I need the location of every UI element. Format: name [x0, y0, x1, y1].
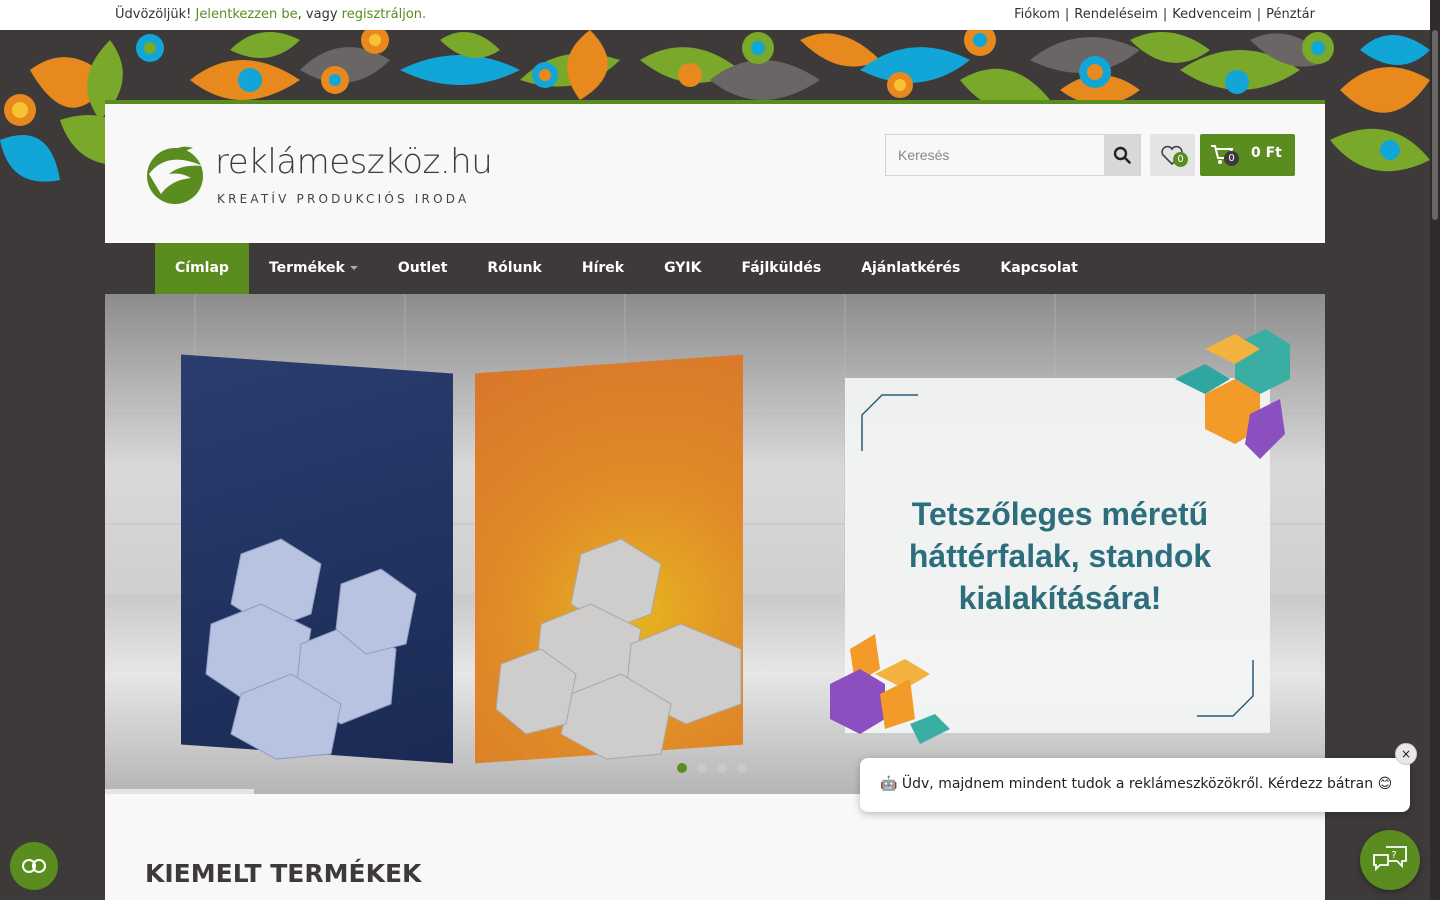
page-scrollbar[interactable] [1430, 0, 1440, 900]
chat-question-icon: ? [1373, 846, 1407, 872]
orders-link[interactable]: Rendeléseim [1074, 7, 1158, 22]
nav-label: Outlet [397, 260, 448, 276]
nav-label: Termékek [268, 260, 345, 276]
nav-item-products[interactable]: Termékek [249, 243, 378, 294]
hero-slider[interactable]: Tetszőleges méretű háttérfalak, standok … [105, 294, 1325, 794]
search-button[interactable] [1104, 135, 1140, 175]
welcome-text: Üdvözöljük! Jelentkezzen be, vagy regisz… [115, 7, 426, 22]
cart-button[interactable]: 0 0 Ft [1200, 134, 1295, 176]
logo-tagline: KREATÍV PRODUKCIÓS IRODA [217, 192, 470, 206]
logo-name: reklámeszköz.hu [215, 142, 493, 182]
site-header: reklámeszköz.hu KREATÍV PRODUKCIÓS IRODA… [105, 100, 1325, 243]
top-bar: Üdvözöljük! Jelentkezzen be, vagy regisz… [0, 0, 1430, 30]
favorites-button[interactable]: 0 [1150, 134, 1195, 176]
checkout-link[interactable]: Pénztár [1266, 7, 1315, 22]
main-nav: Címlap Termékek Outlet Rólunk Hírek GYIK… [105, 243, 1325, 294]
nav-label: GYIK [664, 260, 702, 276]
colored-cubes-decoration [830, 634, 950, 744]
nav-label: Címlap [175, 260, 229, 276]
scrollbar-thumb[interactable] [1432, 30, 1438, 220]
search-box [885, 134, 1141, 176]
nav-item-home[interactable]: Címlap [155, 243, 249, 294]
chevron-down-icon [349, 266, 358, 270]
search-icon [1113, 146, 1131, 164]
slider-dot[interactable] [717, 763, 727, 773]
nav-item-outlet[interactable]: Outlet [378, 243, 468, 294]
slider-dot[interactable] [737, 763, 747, 773]
chat-open-button[interactable]: ? [1360, 830, 1420, 890]
accessibility-icon [22, 859, 46, 873]
nav-label: Hírek [581, 260, 625, 276]
accessibility-button[interactable] [10, 842, 58, 890]
slide-headline: Tetszőleges méretű háttérfalak, standok … [908, 496, 1212, 616]
cart-total: 0 Ft [1251, 145, 1282, 161]
nav-item-faq[interactable]: GYIK [644, 243, 721, 294]
account-link[interactable]: Fiókom [1014, 7, 1060, 22]
nav-item-contact[interactable]: Kapcsolat [980, 243, 1098, 294]
favorites-link[interactable]: Kedvenceim [1172, 7, 1251, 22]
account-links: Fiókom | Rendeléseim | Kedvenceim | Pénztár [1014, 7, 1315, 22]
search-input[interactable] [886, 135, 1104, 175]
nav-label: Rólunk [487, 260, 542, 276]
nav-label: Ajánlatkérés [861, 260, 961, 276]
nav-item-about[interactable]: Rólunk [467, 243, 561, 294]
nav-item-news[interactable]: Hírek [562, 243, 644, 294]
site-logo[interactable]: reklámeszköz.hu KREATÍV PRODUKCIÓS IRODA [143, 142, 503, 212]
cart-count-badge: 0 [1224, 151, 1239, 166]
nav-item-quote[interactable]: Ajánlatkérés [841, 243, 980, 294]
favorites-count-badge: 0 [1173, 152, 1188, 167]
logo-bird-icon [147, 146, 203, 204]
nav-label: Fájlküldés [741, 260, 822, 276]
login-link[interactable]: Jelentkezzen be [196, 7, 298, 22]
slider-pagination [677, 763, 747, 773]
chat-greeting-bubble[interactable]: 🤖 Üdv, majdnem mindent tudok a reklámesz… [860, 758, 1410, 812]
slider-dot[interactable] [677, 763, 687, 773]
chat-close-button[interactable]: × [1395, 743, 1417, 765]
or-label: , vagy [297, 7, 338, 22]
chat-greeting-text: 🤖 Üdv, majdnem mindent tudok a reklámesz… [880, 776, 1393, 792]
welcome-label: Üdvözöljük! [115, 7, 192, 22]
slider-dot[interactable] [697, 763, 707, 773]
corner-frame-icon [1197, 660, 1254, 717]
nav-label: Kapcsolat [1000, 260, 1078, 276]
colored-cubes-decoration [1175, 329, 1290, 459]
register-link[interactable]: regisztráljon. [342, 7, 426, 22]
nav-item-file-upload[interactable]: Fájlküldés [721, 243, 841, 294]
foam-cubes-image [205, 538, 742, 760]
corner-frame-icon [861, 394, 918, 451]
featured-products-title: KIEMELT TERMÉKEK [145, 859, 422, 888]
svg-text:?: ? [1391, 850, 1396, 861]
